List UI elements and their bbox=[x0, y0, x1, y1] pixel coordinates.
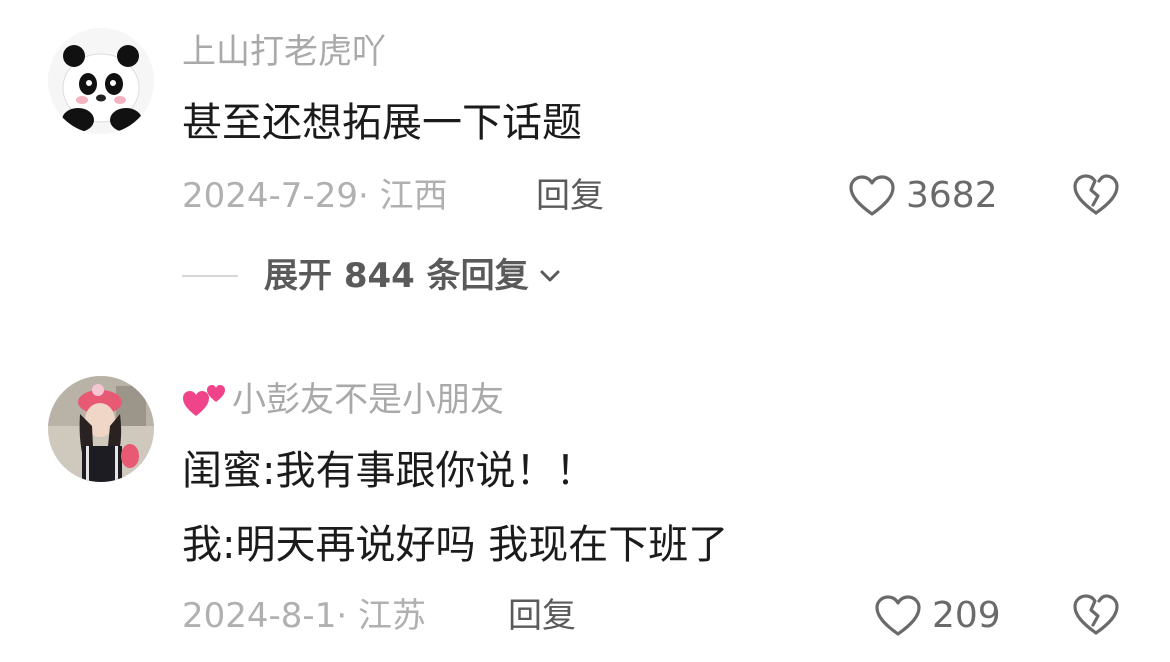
comment-text: 我:明天再说好吗 我现在下班了 bbox=[182, 522, 729, 568]
heart-outline-icon bbox=[875, 595, 921, 636]
meta-separator: · bbox=[336, 596, 348, 636]
comment-text: 甚至还想拓展一下话题 bbox=[182, 100, 582, 146]
dislike-button[interactable] bbox=[1072, 592, 1120, 638]
reply-button[interactable]: 回复 bbox=[508, 596, 576, 636]
avatar[interactable] bbox=[48, 28, 154, 134]
comment-date: 2024-8-1 bbox=[182, 596, 337, 636]
two-hearts-icon bbox=[183, 385, 225, 416]
expand-divider bbox=[182, 275, 238, 277]
broken-heart-icon bbox=[1073, 174, 1119, 215]
panda-avatar-icon bbox=[48, 28, 154, 134]
comment-meta: 2024-7-29· 江西 bbox=[182, 176, 448, 216]
heart-outline-icon bbox=[849, 175, 895, 216]
username-text: 小彭友不是小朋友 bbox=[232, 380, 504, 420]
broken-heart-icon bbox=[1073, 594, 1119, 635]
girl-photo-avatar-icon bbox=[48, 376, 154, 482]
comment-item: 上山打老虎吖 甚至还想拓展一下话题 2024-7-29· 江西 回复 3682 … bbox=[0, 0, 1170, 330]
like-button[interactable]: 3682 bbox=[848, 174, 998, 218]
like-button[interactable]: 209 bbox=[874, 594, 1001, 638]
reply-button[interactable]: 回复 bbox=[536, 176, 604, 216]
comment-location: 江苏 bbox=[357, 596, 426, 636]
comment-meta: 2024-8-1· 江苏 bbox=[182, 596, 426, 636]
avatar[interactable] bbox=[48, 376, 154, 482]
comment-username[interactable]: 小彭友不是小朋友 bbox=[182, 380, 504, 420]
chevron-down-icon bbox=[540, 270, 560, 282]
dislike-button[interactable] bbox=[1072, 172, 1120, 218]
expand-replies-label: 展开 844 条回复 bbox=[264, 256, 529, 296]
comment-username[interactable]: 上山打老虎吖 bbox=[182, 32, 386, 72]
meta-separator: · bbox=[357, 176, 369, 216]
comment-location: 江西 bbox=[379, 176, 448, 216]
comment-text: 闺蜜:我有事跟你说！！ bbox=[182, 448, 596, 494]
like-count: 209 bbox=[932, 595, 1001, 636]
comment-date: 2024-7-29 bbox=[182, 176, 358, 216]
like-count: 3682 bbox=[906, 175, 998, 216]
comment-item: 小彭友不是小朋友 闺蜜:我有事跟你说！！ 我:明天再说好吗 我现在下班了 202… bbox=[0, 330, 1170, 662]
expand-replies-button[interactable]: 展开 844 条回复 bbox=[182, 256, 561, 296]
